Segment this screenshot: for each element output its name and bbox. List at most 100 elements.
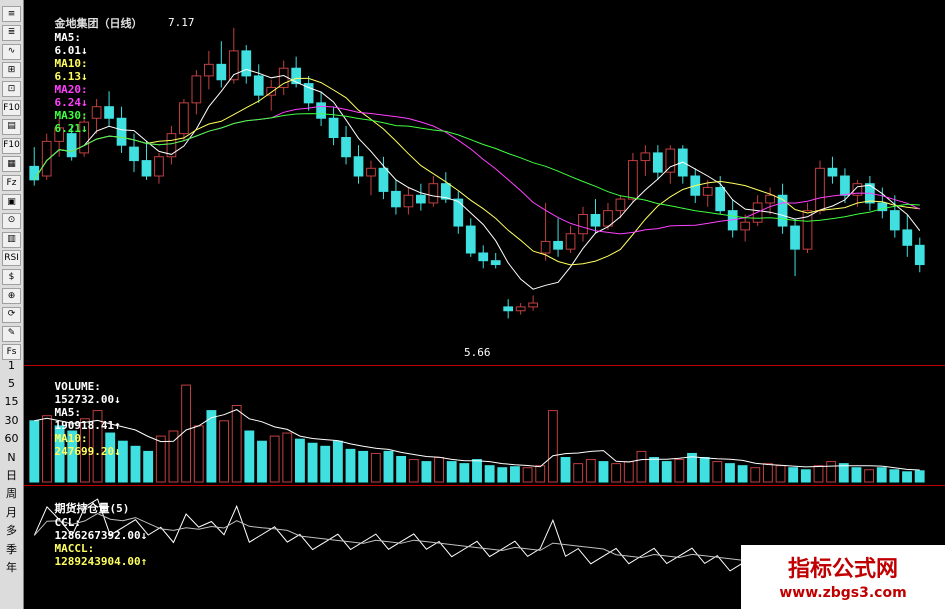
- toolbar-button-4[interactable]: ⊡: [2, 81, 21, 98]
- toolbar-button-11[interactable]: ⊙: [2, 212, 21, 229]
- candle-body: [341, 137, 351, 158]
- volume-bar: [434, 457, 444, 483]
- volume-bar: [257, 440, 267, 483]
- volume-ma5-value: 190918.41↑: [54, 419, 121, 432]
- volume-bar: [851, 467, 862, 483]
- volume-bar: [181, 384, 192, 483]
- volume-ma10-label: MA10:: [54, 432, 88, 445]
- volume-header: VOLUME: 152732.00↓ MA5: 190918.41↑ MA10:…: [28, 367, 121, 471]
- candle-body: [715, 187, 726, 212]
- volume-bar: [902, 471, 912, 483]
- candle-body: [328, 117, 339, 138]
- volume-bar: [889, 469, 900, 483]
- maccl-value: 1289243904.00↑: [54, 555, 148, 568]
- ccl-value: 1286267392.00↓: [54, 529, 148, 542]
- toolbar-button-5[interactable]: F10: [2, 100, 21, 116]
- volume-bar: [535, 465, 546, 483]
- volume-bar: [484, 465, 495, 483]
- candle-body: [790, 225, 800, 250]
- period-button-5[interactable]: N: [2, 449, 21, 465]
- candle-body: [416, 194, 426, 204]
- candle-body: [740, 221, 751, 231]
- ccl-label: CCL:: [54, 516, 82, 529]
- toolbar-button-14[interactable]: $: [2, 269, 21, 286]
- toolbar-button-7[interactable]: F10: [2, 137, 21, 154]
- candle-body: [615, 198, 626, 212]
- period-button-4[interactable]: 60: [2, 431, 21, 447]
- toolbar-button-0[interactable]: ≡: [2, 6, 21, 22]
- candle-body: [702, 187, 713, 196]
- toolbar-button-10[interactable]: ▣: [2, 194, 21, 210]
- oi-separator: [24, 485, 945, 486]
- candle-body: [565, 233, 576, 250]
- volume-bar: [345, 448, 356, 483]
- candle-body: [840, 175, 850, 196]
- volume-bar: [737, 465, 748, 483]
- toolbar-button-6[interactable]: ▤: [2, 118, 21, 135]
- volume-bar: [497, 467, 508, 483]
- volume-bar: [864, 469, 875, 483]
- toolbar-button-17[interactable]: ✎: [2, 325, 21, 342]
- volume-bar: [800, 469, 811, 483]
- candle-body: [889, 210, 900, 231]
- chart-canvas: [29, 27, 925, 579]
- toolbar-button-9[interactable]: Fz: [2, 175, 21, 192]
- toolbar-button-2[interactable]: ∿: [2, 43, 21, 60]
- candle-body: [827, 167, 838, 177]
- stock-chart: 金地集团（日线） MA5: 6.01↓ MA10: 6.13↓ MA20: 6.…: [24, 0, 945, 609]
- candle-body: [391, 190, 401, 208]
- candle-body: [353, 156, 364, 177]
- volume-bar: [472, 459, 482, 483]
- toolbar-button-1[interactable]: ≣: [2, 24, 21, 41]
- period-button-1[interactable]: 5: [2, 375, 21, 391]
- candle-body: [316, 102, 326, 119]
- volume-bar: [838, 463, 849, 483]
- ma30-label: MA30:: [54, 109, 88, 122]
- candle-body: [553, 240, 563, 250]
- volume-bar: [914, 470, 925, 483]
- candle-body: [216, 63, 227, 81]
- volume-bar: [459, 463, 470, 483]
- volume-bar: [320, 445, 331, 483]
- left-toolbar: ≡ ≣ ∿ ⊞ ⊡ F10 ▤ F10 ▦ Fz ▣ ⊙ ▥ RSI $ ⊕ ⟳ ✎ Fs 1 5 15 30 60 N 日周月多…: [0, 0, 24, 609]
- volume-bar: [687, 452, 697, 483]
- period-button-8[interactable]: 月: [2, 504, 21, 520]
- ma20-value: 6.24↓: [54, 96, 88, 109]
- price-low-label: 5.66: [464, 346, 491, 359]
- volume-bar: [143, 450, 154, 483]
- volume-bar: [206, 410, 217, 483]
- volume-bar: [370, 452, 381, 483]
- oi-header: 期货持仓量(5) CCL: 1286267392.00↓ MACCL: 1289…: [28, 487, 148, 581]
- period-button-7[interactable]: 周: [2, 486, 21, 502]
- price-high-label: 7.17: [168, 16, 195, 29]
- maccl-label: MACCL:: [54, 542, 95, 555]
- ma10-label: MA10:: [54, 57, 88, 70]
- volume-label: VOLUME:: [54, 380, 101, 393]
- volume-bar: [560, 457, 571, 483]
- period-button-3[interactable]: 30: [2, 412, 21, 428]
- candle-body: [278, 67, 289, 88]
- period-button-6[interactable]: 日: [2, 467, 21, 483]
- ma10-value: 6.13↓: [54, 70, 88, 83]
- volume-bar: [547, 410, 558, 483]
- toolbar-button-12[interactable]: ▥: [2, 231, 21, 248]
- volume-bar: [826, 461, 837, 483]
- toolbar-button-13[interactable]: RSI: [2, 250, 21, 267]
- period-button-0[interactable]: 1: [2, 357, 21, 373]
- candle-body: [29, 165, 40, 181]
- toolbar-button-16[interactable]: ⟳: [2, 306, 21, 323]
- period-button-11[interactable]: 年: [2, 559, 21, 575]
- toolbar-button-3[interactable]: ⊞: [2, 62, 21, 79]
- period-button-9[interactable]: 多: [2, 523, 21, 539]
- candle-body: [453, 198, 464, 227]
- toolbar-button-8[interactable]: ▦: [2, 156, 21, 173]
- volume-bar: [295, 438, 305, 483]
- candle-body: [640, 152, 651, 162]
- period-button-10[interactable]: 季: [2, 541, 21, 557]
- toolbar-button-15[interactable]: ⊕: [2, 288, 21, 304]
- candle-body: [179, 102, 189, 135]
- candle-body: [428, 183, 439, 204]
- period-button-2[interactable]: 15: [2, 394, 21, 410]
- ma30-value: 6.21↓: [54, 122, 88, 135]
- volume-value: 152732.00↓: [54, 393, 121, 406]
